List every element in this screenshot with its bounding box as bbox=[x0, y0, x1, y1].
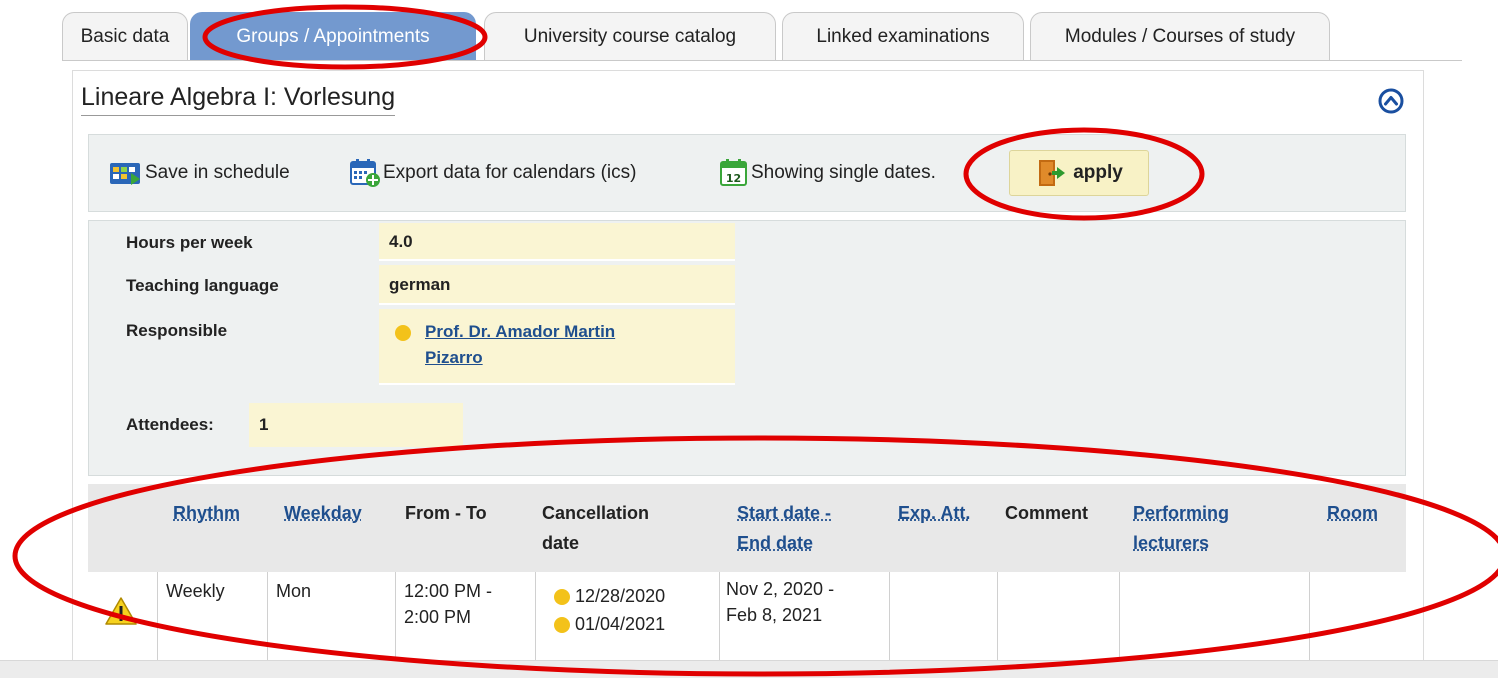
col-expected-attendees[interactable]: Exp. Att. bbox=[898, 498, 970, 528]
calendar-day-icon: 12 bbox=[719, 158, 749, 188]
teaching-language-label: Teaching language bbox=[126, 276, 279, 296]
status-dot-icon bbox=[554, 617, 570, 633]
tab-bar: Basic data Groups / Appointments Univers… bbox=[62, 12, 1498, 62]
tab-modules-courses-of-study[interactable]: Modules / Courses of study bbox=[1030, 12, 1330, 60]
responsible-name-line1: Prof. Dr. Amador Martin bbox=[425, 319, 615, 345]
col-weekday[interactable]: Weekday bbox=[284, 498, 362, 528]
col-start-end-date[interactable]: Start date - End date bbox=[737, 498, 831, 558]
tab-linked-examinations[interactable]: Linked examinations bbox=[782, 12, 1024, 60]
door-enter-icon bbox=[1035, 158, 1067, 188]
col-room[interactable]: Room bbox=[1327, 498, 1378, 528]
table-header: Rhythm Weekday From - To Cancellation dat… bbox=[88, 484, 1406, 572]
col-from-to: From - To bbox=[405, 498, 487, 528]
cancellation-date-2: 01/04/2021 bbox=[554, 610, 665, 638]
responsible-value: Prof. Dr. Amador Martin Pizarro bbox=[379, 309, 735, 385]
attendees-label: Attendees: bbox=[126, 415, 214, 435]
apply-button[interactable]: apply bbox=[1009, 150, 1149, 196]
responsible-person-link[interactable]: Prof. Dr. Amador Martin Pizarro bbox=[425, 319, 615, 371]
export-ics-label: Export data for calendars (ics) bbox=[383, 162, 636, 184]
appointments-table: Rhythm Weekday From - To Cancellation dat… bbox=[88, 484, 1406, 678]
col-rhythm[interactable]: Rhythm bbox=[173, 498, 240, 528]
single-dates-label: Showing single dates. bbox=[751, 162, 936, 184]
svg-text:12: 12 bbox=[726, 172, 741, 185]
schedule-icon bbox=[109, 160, 143, 186]
tab-basic-data[interactable]: Basic data bbox=[62, 12, 188, 60]
action-toolbar: Save in schedule Export data for calenda… bbox=[88, 134, 1406, 212]
col-comment: Comment bbox=[1005, 498, 1088, 528]
section-title: Lineare Algebra I: Vorlesung bbox=[81, 83, 395, 116]
attendees-value: 1 bbox=[249, 403, 463, 447]
status-dot-icon bbox=[395, 325, 411, 341]
save-in-schedule-label: Save in schedule bbox=[145, 162, 290, 184]
course-panel: Lineare Algebra I: Vorlesung Save in sch… bbox=[72, 70, 1424, 677]
hours-per-week-value: 4.0 bbox=[379, 223, 735, 261]
teaching-language-value: german bbox=[379, 265, 735, 305]
single-dates-button[interactable]: 12 Showing single dates. bbox=[719, 159, 936, 187]
responsible-label: Responsible bbox=[126, 321, 227, 341]
col-cancellation-date: Cancellation date bbox=[542, 498, 649, 558]
responsible-name-line2: Pizarro bbox=[425, 345, 615, 371]
save-in-schedule-button[interactable]: Save in schedule bbox=[109, 159, 290, 187]
export-ics-button[interactable]: Export data for calendars (ics) bbox=[349, 159, 636, 187]
collapse-up-icon[interactable] bbox=[1377, 87, 1405, 115]
col-performing-lecturers[interactable]: Performing lecturers bbox=[1133, 498, 1229, 558]
cancellation-date-1: 12/28/2020 bbox=[554, 582, 665, 610]
course-details: Hours per week 4.0 Teaching language ger… bbox=[88, 220, 1406, 476]
calendar-export-icon bbox=[349, 158, 381, 188]
footer-bar bbox=[0, 660, 1498, 678]
tab-divider bbox=[62, 60, 1462, 61]
status-dot-icon bbox=[554, 589, 570, 605]
hours-per-week-label: Hours per week bbox=[126, 233, 253, 253]
warning-icon bbox=[104, 596, 138, 626]
tab-university-course-catalog[interactable]: University course catalog bbox=[484, 12, 776, 60]
tab-groups-appointments[interactable]: Groups / Appointments bbox=[190, 12, 476, 60]
apply-label: apply bbox=[1073, 162, 1123, 184]
